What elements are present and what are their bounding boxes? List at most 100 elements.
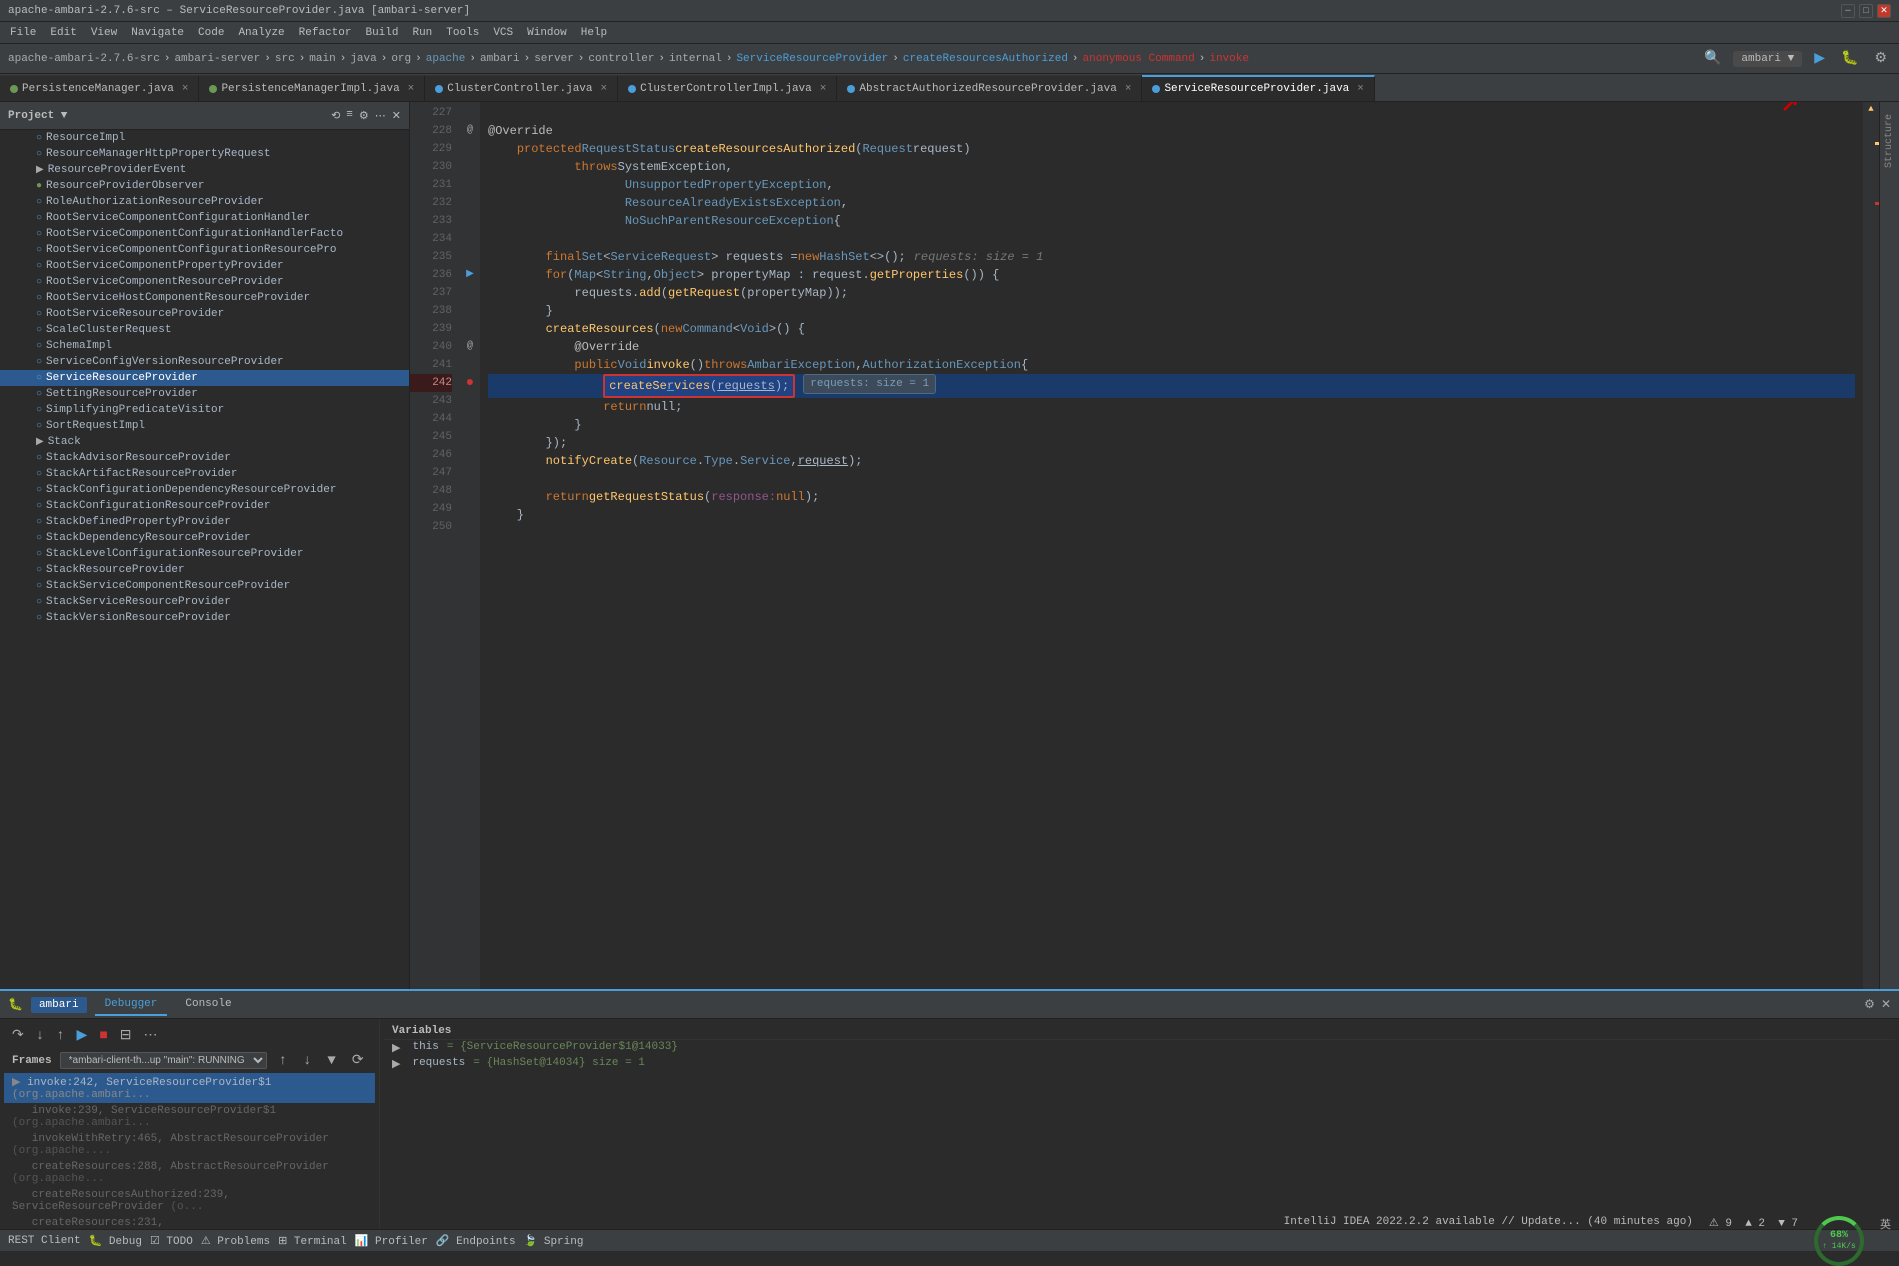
breadcrumb-server[interactable]: server: [534, 53, 574, 65]
tree-item-stack-version[interactable]: ○ StackVersionResourceProvider: [0, 610, 409, 626]
menu-code[interactable]: Code: [192, 25, 230, 41]
var-item-requests[interactable]: ▶ requests = {HashSet@14034} size = 1: [384, 1056, 1895, 1072]
frames-up-btn[interactable]: ↑: [275, 1051, 291, 1071]
breadcrumb-controller[interactable]: controller: [588, 53, 654, 65]
tree-item-service-config-version[interactable]: ○ ServiceConfigVersionResourceProvider: [0, 354, 409, 370]
more-btn[interactable]: ⋯: [139, 1025, 161, 1046]
breadcrumb-anon-command[interactable]: anonymous Command: [1083, 53, 1195, 65]
tree-item-role-auth[interactable]: ○ RoleAuthorizationResourceProvider: [0, 194, 409, 210]
var-expand-requests[interactable]: ▶: [392, 1057, 400, 1071]
menu-analyze[interactable]: Analyze: [232, 25, 290, 41]
tree-item-root-service-handler-factory[interactable]: ○ RootServiceComponentConfigurationHandl…: [0, 226, 409, 242]
menu-file[interactable]: File: [4, 25, 42, 41]
rest-client-btn[interactable]: REST Client: [8, 1235, 81, 1247]
tab-abstract-provider[interactable]: AbstractAuthorizedResourceProvider.java …: [837, 75, 1142, 101]
tree-item-stack-dependency[interactable]: ○ StackDependencyResourceProvider: [0, 530, 409, 546]
breadcrumb-internal[interactable]: internal: [669, 53, 722, 65]
menu-run[interactable]: Run: [406, 25, 438, 41]
frames-down-btn[interactable]: ↓: [299, 1051, 315, 1071]
code-content[interactable]: @Override protected RequestStatus create…: [480, 102, 1863, 989]
tree-item-schema-impl[interactable]: ○ SchemaImpl: [0, 338, 409, 354]
filter-btn[interactable]: ⊟: [116, 1025, 136, 1046]
run-btn[interactable]: ▶: [1810, 48, 1829, 69]
endpoints-btn[interactable]: 🔗 Endpoints: [436, 1234, 516, 1248]
tab-persistence-manager[interactable]: PersistenceManager.java ×: [0, 75, 199, 101]
tree-item-stack-defined[interactable]: ○ StackDefinedPropertyProvider: [0, 514, 409, 530]
breadcrumb-org[interactable]: org: [391, 53, 411, 65]
sidebar-more-btn[interactable]: ⋯: [375, 109, 386, 123]
frames-restore-btn[interactable]: ⟳: [348, 1050, 368, 1071]
var-item-this[interactable]: ▶ this = {ServiceResourceProvider$1@1403…: [384, 1040, 1895, 1056]
tree-item-scale-cluster[interactable]: ○ ScaleClusterRequest: [0, 322, 409, 338]
tree-item-stack-config-dep[interactable]: ○ StackConfigurationDependencyResourcePr…: [0, 482, 409, 498]
settings-btn[interactable]: ⚙: [1870, 48, 1891, 69]
menu-tools[interactable]: Tools: [440, 25, 485, 41]
search-everywhere-btn[interactable]: 🔍: [1700, 48, 1725, 69]
frame-item-2[interactable]: invokeWithRetry:465, AbstractResourcePro…: [4, 1131, 375, 1159]
breadcrumb-method[interactable]: createResourcesAuthorized: [903, 53, 1068, 65]
tab-cluster-controller[interactable]: ClusterController.java ×: [425, 75, 618, 101]
tree-item-service-resource-provider[interactable]: ○ ServiceResourceProvider: [0, 370, 409, 386]
maximize-btn[interactable]: □: [1859, 4, 1873, 18]
breadcrumb-apache[interactable]: apache: [426, 53, 466, 65]
tree-item-root-service-component-resource[interactable]: ○ RootServiceComponentResourceProvider: [0, 274, 409, 290]
tree-item-simplifying-predicate[interactable]: ○ SimplifyingPredicateVisitor: [0, 402, 409, 418]
debug-close-btn[interactable]: ✕: [1881, 997, 1891, 1012]
tree-item-stack-artifact[interactable]: ○ StackArtifactResourceProvider: [0, 466, 409, 482]
breadcrumb-main[interactable]: main: [309, 53, 335, 65]
resume-btn[interactable]: ▶: [73, 1025, 92, 1046]
frames-filter-btn[interactable]: ▼: [323, 1051, 339, 1071]
tree-item-resource-provider-observer[interactable]: ● ResourceProviderObserver: [0, 178, 409, 194]
step-into-btn[interactable]: ↓: [32, 1026, 48, 1046]
sidebar-hide-btn[interactable]: ✕: [392, 109, 401, 123]
sidebar-gear-btn[interactable]: ⚙: [359, 109, 369, 123]
breadcrumb-src[interactable]: src: [275, 53, 295, 65]
tree-item-resource-manager-http[interactable]: ○ ResourceManagerHttpPropertyRequest: [0, 146, 409, 162]
tab-cluster-controller-impl[interactable]: ClusterControllerImpl.java ×: [618, 75, 837, 101]
step-out-btn[interactable]: ↑: [52, 1026, 68, 1046]
thread-selector[interactable]: *ambari-client-th...up "main": RUNNING: [60, 1052, 267, 1069]
frame-item-3[interactable]: createResources:288, AbstractResourcePro…: [4, 1159, 375, 1187]
profiler-btn[interactable]: 📊 Profiler: [355, 1234, 428, 1248]
menu-vcs[interactable]: VCS: [487, 25, 519, 41]
breadcrumb-invoke[interactable]: invoke: [1209, 53, 1249, 65]
tree-item-stack-advisor[interactable]: ○ StackAdvisorResourceProvider: [0, 450, 409, 466]
tree-item-sort-request[interactable]: ○ SortRequestImpl: [0, 418, 409, 434]
menu-build[interactable]: Build: [359, 25, 404, 41]
breadcrumb-project[interactable]: apache-ambari-2.7.6-src: [8, 53, 160, 65]
frame-item-5[interactable]: createResources:231, AbstractAuthorizedR…: [4, 1215, 375, 1229]
frame-item-4[interactable]: createResourcesAuthorized:239, ServiceRe…: [4, 1187, 375, 1215]
breadcrumb-ambari[interactable]: ambari: [480, 53, 520, 65]
stop-btn[interactable]: ■: [95, 1026, 111, 1046]
var-expand-this[interactable]: ▶: [392, 1041, 400, 1055]
menu-edit[interactable]: Edit: [44, 25, 82, 41]
tree-item-resource-provider-event[interactable]: ▶ ResourceProviderEvent: [0, 162, 409, 178]
step-over-btn[interactable]: ↷: [8, 1025, 28, 1046]
debug-tab-console[interactable]: Console: [175, 994, 241, 1016]
terminal-btn[interactable]: ⊞ Terminal: [278, 1234, 347, 1248]
tree-item-stack-resource[interactable]: ○ StackResourceProvider: [0, 562, 409, 578]
breadcrumb-class[interactable]: ServiceResourceProvider: [736, 53, 888, 65]
tree-item-root-service-host-component[interactable]: ○ RootServiceHostComponentResourceProvid…: [0, 290, 409, 306]
tab-service-resource-provider[interactable]: ServiceResourceProvider.java ×: [1142, 75, 1374, 101]
tree-item-stack-service[interactable]: ○ StackServiceResourceProvider: [0, 594, 409, 610]
sidebar-sync-btn[interactable]: ⟲: [331, 109, 340, 123]
tree-item-resource-impl[interactable]: ○ ResourceImpl: [0, 130, 409, 146]
tree-item-root-service-component-property[interactable]: ○ RootServiceComponentPropertyProvider: [0, 258, 409, 274]
menu-window[interactable]: Window: [521, 25, 573, 41]
minimize-btn[interactable]: ─: [1841, 4, 1855, 18]
menu-help[interactable]: Help: [575, 25, 613, 41]
frame-item-0[interactable]: ▶ invoke:242, ServiceResourceProvider$1 …: [4, 1073, 375, 1103]
debug-btn[interactable]: 🐛: [1837, 48, 1862, 69]
menu-refactor[interactable]: Refactor: [293, 25, 358, 41]
debug-tab-debugger[interactable]: Debugger: [95, 994, 168, 1016]
debug-settings-btn[interactable]: ⚙: [1864, 997, 1875, 1012]
sidebar-collapse-btn[interactable]: ≡: [346, 109, 353, 123]
tree-item-stack-service-component[interactable]: ○ StackServiceComponentResourceProvider: [0, 578, 409, 594]
tree-item-setting-resource[interactable]: ○ SettingResourceProvider: [0, 386, 409, 402]
tab-persistence-manager-impl[interactable]: PersistenceManagerImpl.java ×: [199, 75, 425, 101]
breadcrumb-java[interactable]: java: [350, 53, 376, 65]
tree-item-stack-level-config[interactable]: ○ StackLevelConfigurationResourceProvide…: [0, 546, 409, 562]
frame-expand-0[interactable]: ▶: [12, 1077, 27, 1089]
tree-item-root-service-config-resource[interactable]: ○ RootServiceComponentConfigurationResou…: [0, 242, 409, 258]
